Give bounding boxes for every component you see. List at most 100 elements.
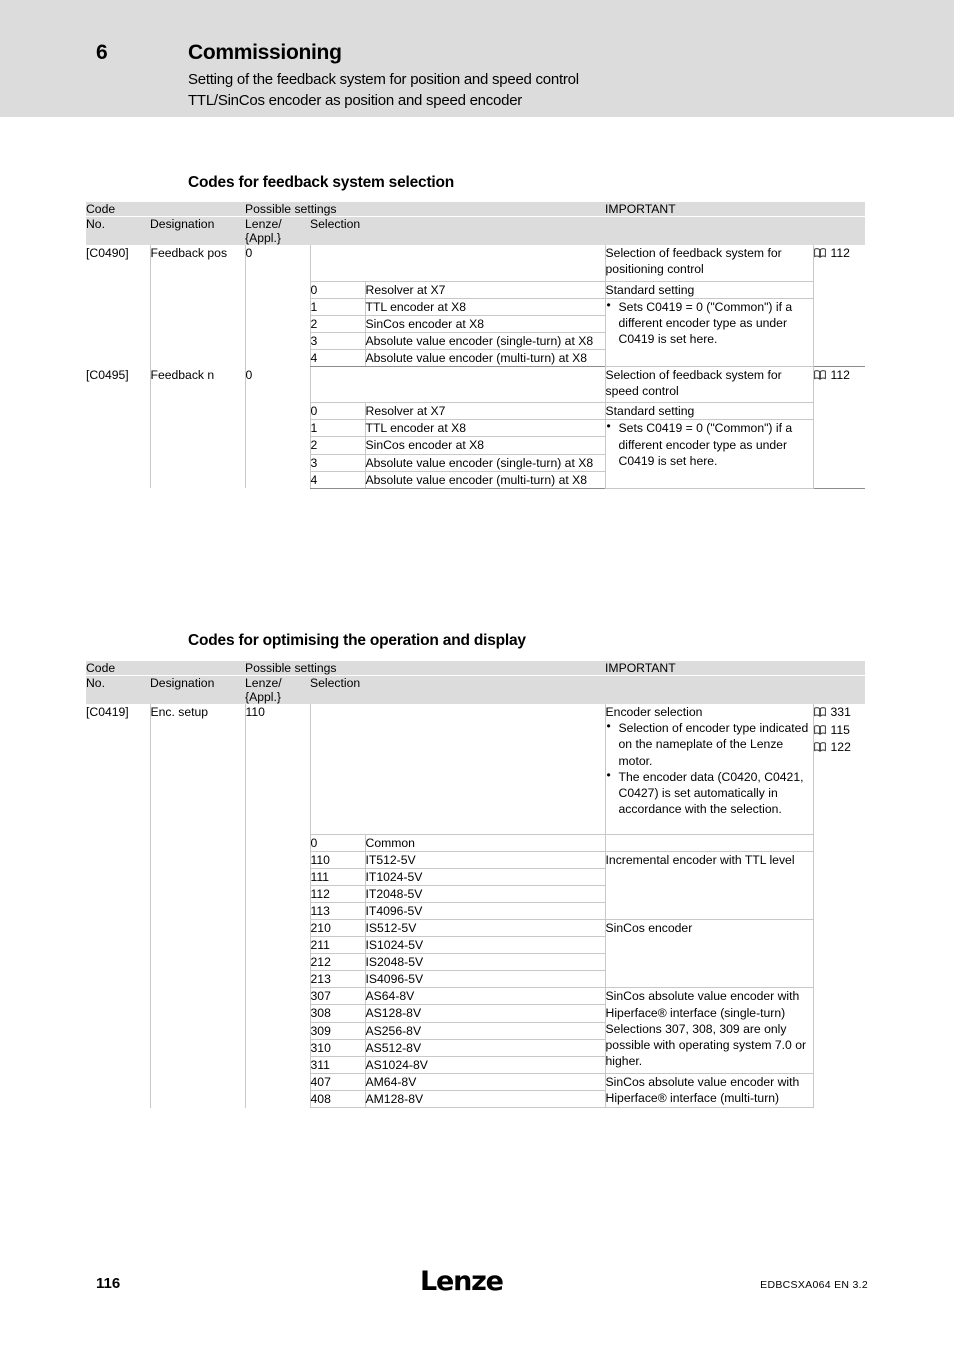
table-subheader-row: No. Designation Lenze/ {Appl.} Selection [86,216,866,245]
page-title: Commissioning [188,41,342,64]
selection-value: 308 [309,1004,366,1023]
important-intro: Encoder selection Selection of encoder t… [604,704,814,835]
selection-value: 0 [309,834,366,852]
page-reference-empty [812,281,866,299]
section-heading-feedback-selection: Codes for feedback system selection [188,174,455,191]
page-break-clip [0,1196,954,1256]
important-text-note: Selections 307, 308, 309 are only possib… [605,1021,807,1069]
header-selection: Selection [310,675,606,704]
important-intro: Selection of feedback system for positio… [604,245,814,282]
selection-label: AM128-8V [364,1090,606,1109]
selection-value: 3 [309,332,366,351]
feedback-system-selection-table: Code Possible settings IMPORTANT No. Des… [86,202,866,489]
page-reference-empty [812,298,866,368]
page-subtitle-secondary: TTL/SinCos encoder as position and speed… [188,92,523,109]
selection-value: 112 [309,885,366,903]
header-lenze-appl: Lenze/ {Appl.} [245,675,311,704]
header-important: IMPORTANT [605,202,866,217]
header-no: No. [86,216,150,245]
book-icon [813,368,826,381]
selection-empty [309,704,606,835]
selection-label: Resolver at X7 [364,281,606,299]
code-no: [C0490] [86,246,129,260]
selection-value: 0 [309,402,366,421]
important-note: Sets C0419 = 0 ("Common") if a different… [604,298,814,368]
table-header-group-row: Code Possible settings IMPORTANT [86,661,866,676]
selection-label: AS1024-8V [364,1056,606,1074]
page-subtitle-primary: Setting of the feedback system for posit… [188,71,579,88]
code-designation: Feedback n [149,366,246,489]
important-intro-list: Selection of encoder type indicated on t… [606,719,813,818]
page-reference-empty [812,987,866,1074]
table-row: [C0490] Feedback pos 0 Selection of feed… [86,245,866,367]
selection-value: 1 [309,298,366,316]
selection-value: 113 [309,902,366,920]
important-intro-title: Encoder selection [605,705,703,719]
chapter-number: 6 [96,41,108,64]
code-no: [C0419] [86,705,129,719]
selection-value: 0 [309,281,366,299]
book-icon [813,740,826,753]
table-row: [C0495] Feedback n 0 Selection of feedba… [86,366,866,489]
page-reference-empty [812,851,866,920]
header-selection: Selection [310,216,606,245]
selection-value: 2 [309,436,366,455]
important-text-line: SinCos absolute value encoder with Hiper… [605,989,800,1020]
footer-document-id: EDBCSXA064 EN 3.2 [760,1279,868,1291]
selection-label: IS4096-5V [364,970,606,989]
selection-value: 311 [309,1056,366,1074]
code-lenze-appl: 0 [244,366,311,489]
book-icon [813,723,826,735]
selection-value: 407 [309,1073,366,1091]
page-reference-empty [812,419,866,489]
selection-label: IT1024-5V [364,868,606,886]
important-note: Sets C0419 = 0 ("Common") if a different… [604,419,814,489]
book-icon [813,246,826,259]
selection-value: 4 [309,471,366,489]
selection-label: IT512-5V [364,851,606,869]
code-designation: Enc. setup [149,704,246,1108]
selection-value: 212 [309,953,366,972]
header-important-filler [605,675,866,704]
header-possible-settings: Possible settings [245,202,606,217]
list-item: Selection of encoder type indicated on t… [606,719,813,769]
code-lenze-appl: 110 [244,704,311,1108]
selection-label: IS2048-5V [364,953,606,972]
important-standard-setting: Standard setting [604,281,814,299]
list-item: Sets C0419 = 0 ("Common") if a different… [606,419,813,469]
selection-label: AS64-8V [364,987,606,1006]
header-designation: Designation [150,216,246,245]
page-reference-empty [812,1073,866,1108]
header-important-filler [605,216,866,245]
selection-label: Absolute value encoder (single-turn) at … [364,332,606,351]
page-reference: 112 [812,366,866,403]
important-standard-setting: Standard setting [604,402,814,421]
selection-label: IS512-5V [364,919,606,938]
selection-label: Resolver at X7 [364,402,606,421]
selection-label: SinCos encoder at X8 [364,436,606,455]
header-code: Code [86,202,246,217]
selection-label: IS1024-5V [364,936,606,955]
selection-value: 4 [309,349,366,368]
selection-value: 408 [309,1090,366,1109]
selection-value: 111 [309,868,366,886]
selection-value: 3 [309,454,366,472]
code-lenze-appl: 0 [244,245,311,367]
important-text [604,834,814,852]
page-reference-empty [812,834,866,852]
important-text: SinCos encoder [604,919,814,989]
selection-value: 213 [309,970,366,989]
selection-value: 307 [309,987,366,1006]
important-note-list: Sets C0419 = 0 ("Common") if a different… [606,419,813,469]
header-possible-settings: Possible settings [245,661,606,676]
important-text: Incremental encoder with TTL level [604,851,814,920]
header-designation: Designation [150,675,246,704]
selection-label: TTL encoder at X8 [364,419,606,438]
list-item: The encoder data (C0420, C0421, C0427) i… [606,768,813,818]
selection-label: AM64-8V [364,1073,606,1091]
lenze-logo: Lenze [420,1266,504,1297]
selection-label: Absolute value encoder (multi-turn) at X… [364,349,606,368]
header-no: No. [86,675,150,704]
selection-value: 309 [309,1022,366,1040]
selection-label: IT2048-5V [364,885,606,903]
